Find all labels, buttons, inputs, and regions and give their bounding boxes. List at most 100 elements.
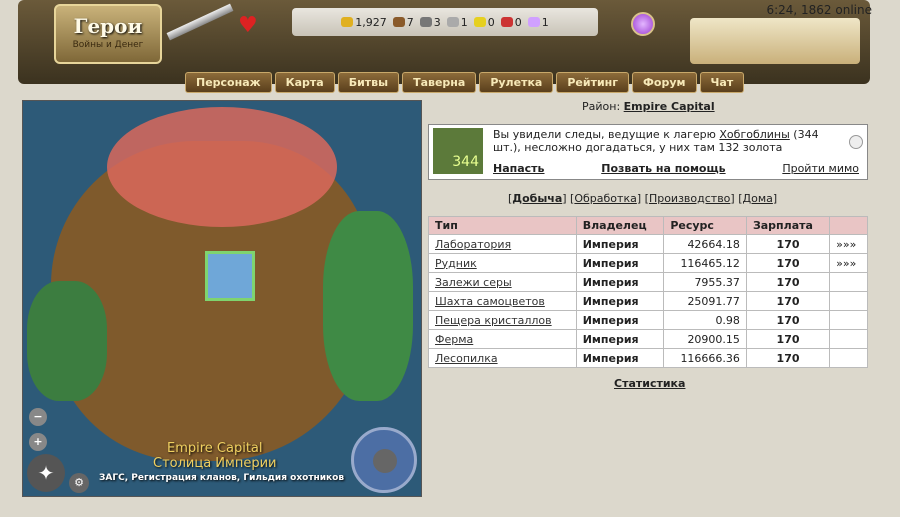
- wood-icon: [392, 17, 405, 27]
- salary-cell: 170: [745, 272, 831, 292]
- map-dpad[interactable]: [351, 427, 417, 493]
- tab-processing[interactable]: Обработка: [574, 192, 636, 205]
- resource-cell: 7955.37: [663, 272, 747, 292]
- tab-houses[interactable]: Дома: [743, 192, 773, 205]
- more-link[interactable]: »»»: [829, 234, 868, 254]
- ore-icon: [419, 17, 432, 27]
- server-clock: 6:24, 1862 online: [766, 3, 872, 17]
- table-row: Рудник Империя 116465.12 170»»»: [428, 253, 868, 273]
- resource-bar: 1,927 7 3 1 0 0 1: [292, 8, 598, 36]
- tab-production[interactable]: Производство: [649, 192, 730, 205]
- salary-cell: 170: [745, 348, 831, 368]
- sulfur-icon: [473, 17, 486, 27]
- call-help-link[interactable]: Позвать на помощь: [601, 162, 725, 175]
- map-region-red[interactable]: [107, 107, 337, 227]
- city-banner: [690, 18, 860, 64]
- event-panel: 344 Вы увидели следы, ведущие к лагерю Х…: [428, 124, 868, 180]
- resource-cell: 116465.12: [663, 253, 747, 273]
- nav-map[interactable]: Карта: [274, 72, 335, 93]
- salary-cell: 170: [745, 234, 831, 254]
- potion-icon[interactable]: [631, 12, 655, 36]
- nav-chat[interactable]: Чат: [699, 72, 745, 93]
- dpad-center[interactable]: [373, 449, 397, 473]
- tab-mining[interactable]: Добыча: [512, 192, 562, 205]
- resource-ore: 3: [419, 16, 441, 29]
- resource-cell: 0.98: [663, 310, 747, 330]
- goblin-avatar: 344: [433, 128, 483, 174]
- owner-cell: Империя: [575, 291, 665, 311]
- nav-tavern[interactable]: Таверна: [402, 72, 477, 93]
- world-map[interactable]: Empire Capital Столица Империи ЗАГС, Рег…: [22, 100, 422, 497]
- resource-gems: 1: [527, 16, 549, 29]
- logo-subtitle: Войны и Денег: [72, 40, 144, 50]
- owner-cell: Империя: [575, 329, 665, 349]
- pass-by-link[interactable]: Пройти мимо: [782, 162, 859, 175]
- building-link[interactable]: Лаборатория: [428, 234, 577, 254]
- owner-cell: Империя: [575, 272, 665, 292]
- event-radio[interactable]: [849, 135, 863, 149]
- table-row: Пещера кристаллов Империя 0.98 170: [428, 310, 868, 330]
- owner-cell: Империя: [575, 310, 665, 330]
- gold-icon: [341, 17, 354, 27]
- resource-gold: 1,927: [341, 16, 387, 29]
- zoom-in-button[interactable]: +: [29, 433, 47, 451]
- statistics-link[interactable]: Статистика: [614, 377, 685, 390]
- nav-rating[interactable]: Рейтинг: [556, 72, 630, 93]
- building-link[interactable]: Залежи серы: [428, 272, 577, 292]
- resource-sulfur: 0: [473, 16, 495, 29]
- more-link: [829, 291, 868, 311]
- salary-cell: 170: [745, 310, 831, 330]
- table-header: Тип Владелец Ресурс Зарплата: [428, 216, 868, 235]
- col-extra: [829, 216, 868, 235]
- building-link[interactable]: Ферма: [428, 329, 577, 349]
- logo-title: Герои: [73, 14, 143, 38]
- table-row: Лесопилка Империя 116666.36 170: [428, 348, 868, 368]
- nav-forum[interactable]: Форум: [632, 72, 697, 93]
- more-link: [829, 272, 868, 292]
- table-row: Залежи серы Империя 7955.37 170: [428, 272, 868, 292]
- table-row: Шахта самоцветов Империя 25091.77 170: [428, 291, 868, 311]
- resource-cell: 116666.36: [663, 348, 747, 368]
- map-region-green-west[interactable]: [27, 281, 107, 401]
- owner-cell: Империя: [575, 253, 665, 273]
- main-nav: Персонаж Карта Битвы Таверна Рулетка Рей…: [185, 72, 745, 93]
- nav-character[interactable]: Персонаж: [185, 72, 272, 93]
- more-link: [829, 348, 868, 368]
- nav-battles[interactable]: Битвы: [337, 72, 400, 93]
- col-owner: Владелец: [575, 216, 665, 235]
- zoom-out-button[interactable]: −: [29, 408, 47, 426]
- map-region-green-east[interactable]: [323, 211, 413, 401]
- heart-icon[interactable]: ♥: [238, 13, 258, 38]
- building-link[interactable]: Лесопилка: [428, 348, 577, 368]
- map-location-desc: ЗАГС, Регистрация кланов, Гильдия охотни…: [99, 473, 345, 483]
- resource-wood: 7: [392, 16, 414, 29]
- building-link[interactable]: Шахта самоцветов: [428, 291, 577, 311]
- building-link[interactable]: Пещера кристаллов: [428, 310, 577, 330]
- building-tabs: [Добыча] [Обработка] [Производство] [Дом…: [508, 192, 778, 205]
- owner-cell: Империя: [575, 234, 665, 254]
- capital-castle-icon[interactable]: [205, 251, 255, 301]
- col-resource: Ресурс: [663, 216, 747, 235]
- event-actions: Напасть Позвать на помощь Пройти мимо: [493, 162, 859, 175]
- resource-crystal: 0: [500, 16, 522, 29]
- resource-cell: 25091.77: [663, 291, 747, 311]
- compass-icon[interactable]: ✦: [27, 454, 65, 492]
- game-logo[interactable]: Герои Войны и Денег: [54, 4, 162, 64]
- table-row: Лаборатория Империя 42664.18 170»»»: [428, 234, 868, 254]
- nav-roulette[interactable]: Рулетка: [479, 72, 554, 93]
- owner-cell: Империя: [575, 348, 665, 368]
- map-settings-icon[interactable]: ⚙: [69, 473, 89, 493]
- buildings-table: Тип Владелец Ресурс Зарплата Лаборатория…: [428, 216, 868, 368]
- hobgoblin-link[interactable]: Хобгоблины: [719, 128, 789, 141]
- salary-cell: 170: [745, 329, 831, 349]
- more-link: [829, 310, 868, 330]
- building-link[interactable]: Рудник: [428, 253, 577, 273]
- attack-link[interactable]: Напасть: [493, 162, 545, 175]
- more-link[interactable]: »»»: [829, 253, 868, 273]
- more-link: [829, 329, 868, 349]
- salary-cell: 170: [745, 253, 831, 273]
- map-location-label: Empire Capital Столица Империи: [153, 441, 277, 471]
- district-name-link[interactable]: Empire Capital: [624, 100, 715, 113]
- resource-cell: 42664.18: [663, 234, 747, 254]
- resource-cell: 20900.15: [663, 329, 747, 349]
